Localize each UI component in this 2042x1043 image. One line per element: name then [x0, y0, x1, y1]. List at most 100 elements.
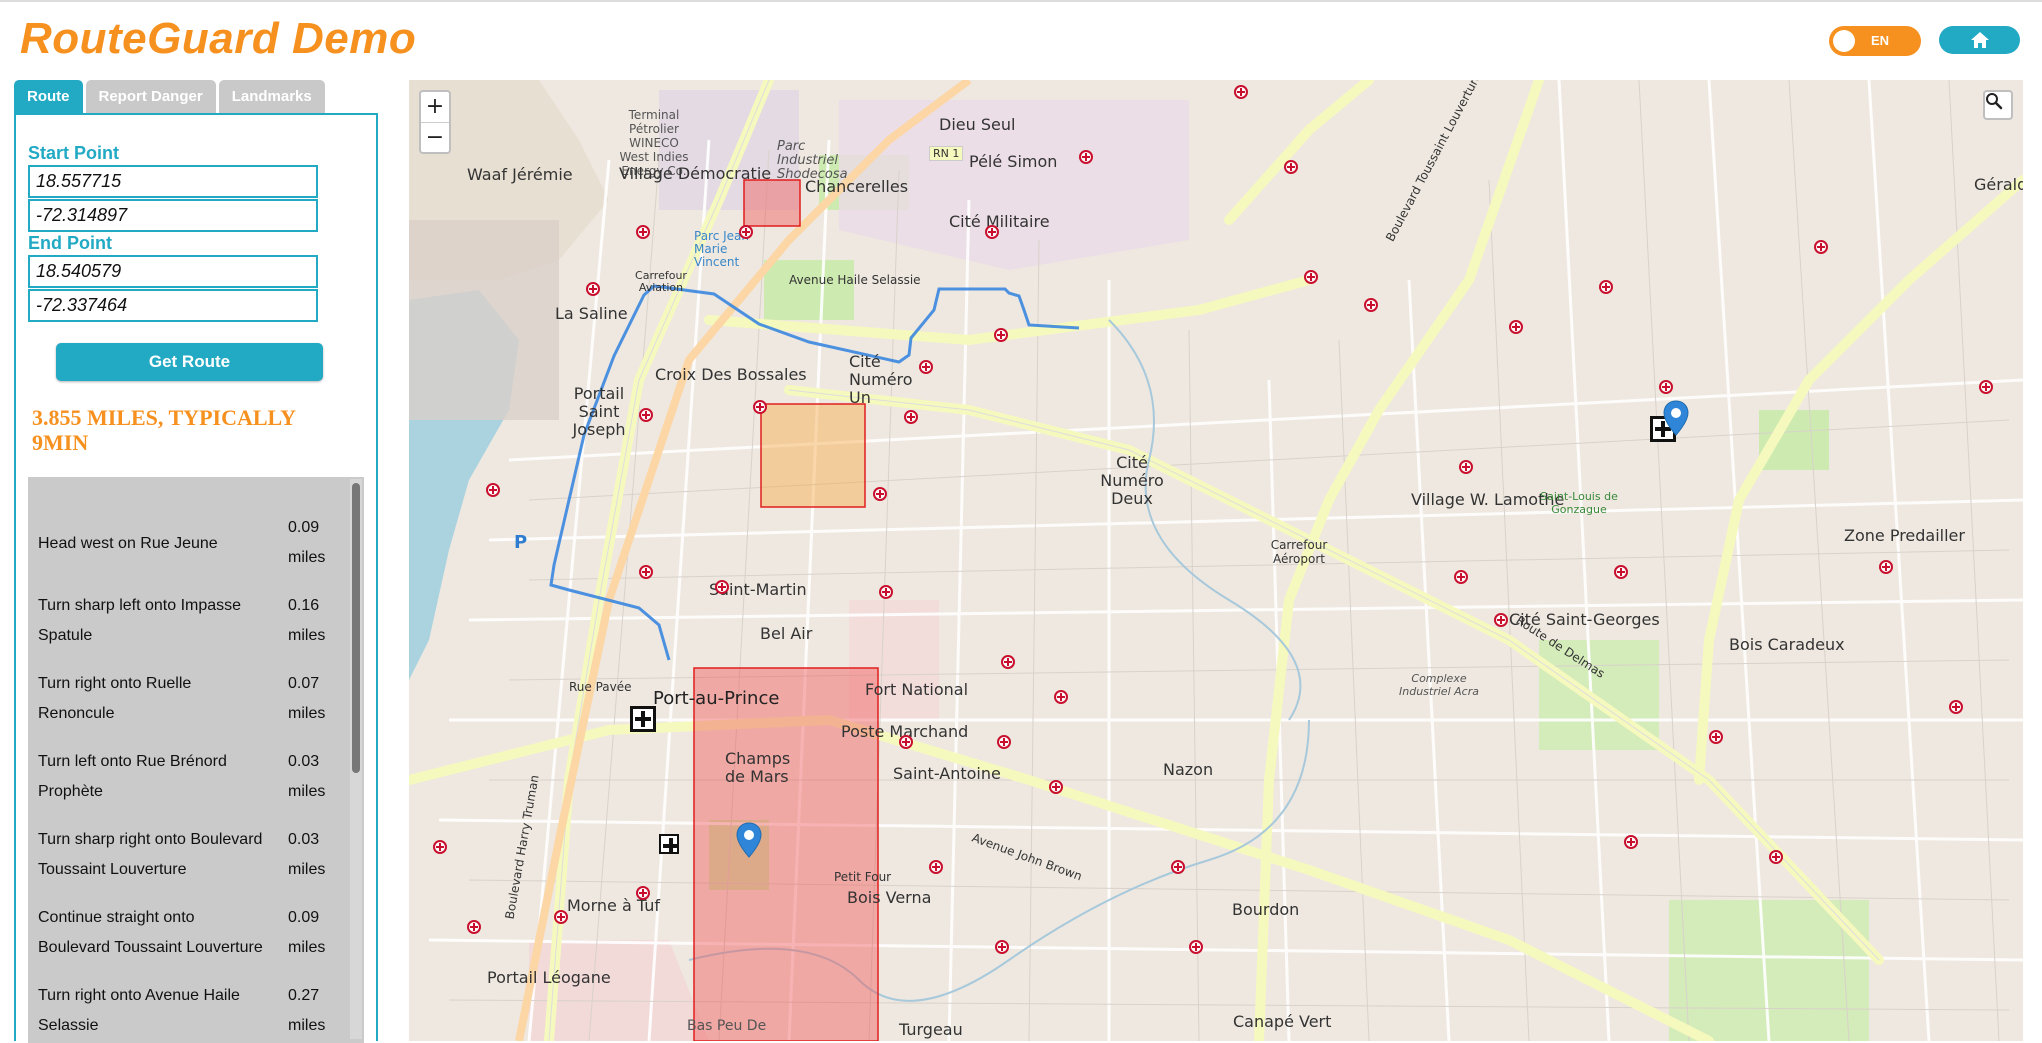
- route-panel: Start Point End Point Get Route 3.855 mi…: [14, 113, 378, 1043]
- medical-marker[interactable]: [1304, 270, 1318, 284]
- direction-text: Turn sharp left onto Impasse Spatule: [38, 597, 242, 644]
- end-longitude-field[interactable]: [28, 289, 318, 322]
- medical-marker[interactable]: [1979, 380, 1993, 394]
- direction-text: Turn right onto Avenue Haile Selassie: [38, 987, 240, 1034]
- directions-scrollbar[interactable]: [350, 479, 362, 1039]
- medical-marker[interactable]: [433, 840, 447, 854]
- get-route-button[interactable]: Get Route: [56, 343, 323, 381]
- medical-marker[interactable]: [904, 410, 918, 424]
- medical-marker[interactable]: [1709, 730, 1723, 744]
- medical-marker[interactable]: [1171, 860, 1185, 874]
- medical-marker[interactable]: [1454, 570, 1468, 584]
- medical-marker[interactable]: [1049, 780, 1063, 794]
- direction-text: Head west on Rue Jeune: [38, 535, 218, 552]
- map-label: Village Démocratie: [619, 164, 772, 183]
- direction-text: Turn left onto Rue Brénord Prophète: [38, 753, 227, 800]
- zoom-control: + −: [419, 90, 451, 154]
- hospital-icon[interactable]: [659, 834, 679, 854]
- map-label: Champs de Mars: [725, 749, 791, 786]
- medical-marker[interactable]: [995, 940, 1009, 954]
- map-label: Croix Des Bossales: [655, 365, 807, 384]
- zoom-in-button[interactable]: +: [421, 92, 449, 122]
- medical-marker[interactable]: [486, 483, 500, 497]
- medical-marker[interactable]: [929, 860, 943, 874]
- map-label: Portail Léogane: [487, 968, 611, 987]
- medical-marker[interactable]: [753, 400, 767, 414]
- medical-marker[interactable]: [985, 225, 999, 239]
- tab-landmarks[interactable]: Landmarks: [218, 80, 325, 114]
- language-toggle[interactable]: EN: [1829, 26, 1921, 56]
- direction-distance: 0.03 miles: [288, 753, 326, 800]
- map-label: Cité Militaire: [949, 212, 1050, 231]
- map-label: Zone Predailler: [1844, 526, 1965, 545]
- medical-marker[interactable]: [739, 225, 753, 239]
- app-title: RouteGuard Demo: [20, 14, 417, 63]
- medical-marker[interactable]: [1769, 850, 1783, 864]
- hospital-icon[interactable]: [630, 706, 656, 732]
- language-label: EN: [1871, 33, 1890, 48]
- medical-marker[interactable]: [636, 225, 650, 239]
- toggle-knob: [1833, 30, 1855, 52]
- medical-marker[interactable]: [467, 920, 481, 934]
- map-label: Bois Caradeux: [1729, 635, 1845, 654]
- medical-marker[interactable]: [873, 487, 887, 501]
- medical-marker[interactable]: [994, 328, 1008, 342]
- medical-marker[interactable]: [554, 910, 568, 924]
- route-summary: 3.855 miles, typically 9min: [32, 405, 296, 455]
- map-label: Petit Four: [834, 870, 892, 884]
- map-search-button[interactable]: [1983, 90, 2013, 120]
- medical-marker[interactable]: [715, 580, 729, 594]
- medical-marker[interactable]: [1814, 240, 1828, 254]
- medical-marker[interactable]: [1054, 690, 1068, 704]
- medical-marker[interactable]: [1659, 380, 1673, 394]
- map-view[interactable]: Terminal Pétrolier WINECO West Indies En…: [409, 80, 2023, 1041]
- medical-marker[interactable]: [1234, 85, 1248, 99]
- start-latitude-field[interactable]: [28, 165, 318, 198]
- medical-marker[interactable]: [1509, 320, 1523, 334]
- map-label: Fort National: [865, 680, 969, 699]
- start-point-label: Start Point: [28, 143, 120, 163]
- start-longitude-field[interactable]: [28, 199, 318, 232]
- medical-marker[interactable]: [1284, 160, 1298, 174]
- direction-distance: 0.07 miles: [288, 675, 326, 722]
- medical-marker[interactable]: [636, 886, 650, 900]
- medical-marker[interactable]: [1079, 150, 1093, 164]
- direction-distance: 0.09 miles: [288, 519, 326, 566]
- medical-marker[interactable]: [1189, 940, 1203, 954]
- medical-marker[interactable]: [1494, 613, 1508, 627]
- medical-marker[interactable]: [879, 585, 893, 599]
- medical-marker[interactable]: [1614, 565, 1628, 579]
- map-label: Pélé Simon: [969, 152, 1058, 171]
- map-label: Bas Peu De: [687, 1018, 767, 1034]
- medical-marker[interactable]: [1879, 560, 1893, 574]
- end-point-label: End Point: [28, 233, 112, 253]
- medical-marker[interactable]: [1001, 655, 1015, 669]
- tab-report-danger[interactable]: Report Danger: [85, 80, 216, 114]
- medical-marker[interactable]: [997, 735, 1011, 749]
- medical-marker[interactable]: [639, 565, 653, 579]
- top-bar: RouteGuard Demo EN: [0, 0, 2042, 70]
- map-label: Canapé Vert: [1233, 1012, 1332, 1031]
- home-button[interactable]: [1939, 26, 2020, 54]
- scrollbar-thumb[interactable]: [352, 483, 360, 773]
- medical-marker[interactable]: [639, 408, 653, 422]
- medical-marker[interactable]: [1624, 835, 1638, 849]
- direction-text: Turn sharp right onto Boulevard Toussain…: [38, 831, 263, 878]
- map-label: Bourdon: [1232, 900, 1300, 919]
- parking-icon: P: [514, 532, 528, 553]
- direction-text: Continue straight onto Boulevard Toussai…: [38, 909, 263, 956]
- map-label: La Saline: [555, 304, 628, 323]
- medical-marker[interactable]: [586, 282, 600, 296]
- medical-marker[interactable]: [1459, 460, 1473, 474]
- direction-distance: 0.27 miles: [288, 987, 326, 1034]
- medical-marker[interactable]: [1364, 298, 1378, 312]
- directions-list[interactable]: Head west on Rue Jeune 0.09 miles Turn s…: [28, 477, 364, 1043]
- medical-marker[interactable]: [919, 360, 933, 374]
- medical-marker[interactable]: [1949, 700, 1963, 714]
- end-latitude-field[interactable]: [28, 255, 318, 288]
- direction-distance: 0.09 miles: [288, 909, 326, 956]
- medical-marker[interactable]: [1599, 280, 1613, 294]
- zoom-out-button[interactable]: −: [421, 122, 449, 152]
- tab-route[interactable]: Route: [14, 80, 83, 114]
- medical-marker[interactable]: [899, 735, 913, 749]
